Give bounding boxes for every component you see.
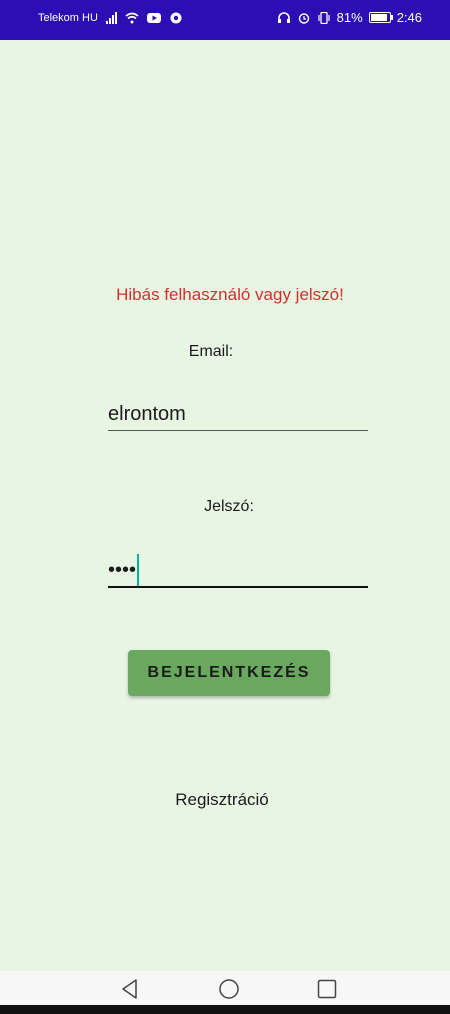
bottom-strip <box>0 1005 450 1014</box>
app-icon <box>170 12 182 24</box>
email-label: Email: <box>188 343 234 360</box>
alarm-icon <box>298 12 309 24</box>
login-button[interactable]: BEJELENTKEZÉS <box>128 650 330 696</box>
wifi-icon <box>125 12 139 24</box>
register-link[interactable]: Regisztráció <box>0 790 450 810</box>
headphones-icon <box>277 11 290 23</box>
error-message: Hibás felhasználó vagy jelszó! <box>116 285 344 304</box>
email-value: elrontom <box>108 402 186 425</box>
navigation-bar <box>0 971 450 1005</box>
clock: 2:46 <box>396 10 422 25</box>
youtube-icon <box>146 13 161 23</box>
password-label: Jelszó: <box>204 498 254 515</box>
battery-icon <box>368 12 393 23</box>
recent-apps-icon[interactable] <box>315 977 339 1001</box>
status-bar: Telekom HU 81% 2:46 <box>0 0 450 40</box>
email-field[interactable]: elrontom <box>108 396 368 431</box>
signal-icon <box>105 12 117 24</box>
text-cursor <box>137 553 140 586</box>
carrier-name: Telekom HU <box>38 12 98 24</box>
vibrate-icon <box>318 11 330 24</box>
status-right: 81% 2:46 <box>277 10 422 25</box>
home-icon[interactable] <box>217 977 241 1001</box>
battery-percentage: 81% <box>336 10 363 25</box>
login-screen: Hibás felhasználó vagy jelszó! Email: el… <box>0 40 450 971</box>
password-value: •••• <box>108 558 137 581</box>
status-left: Telekom HU <box>38 12 183 24</box>
back-icon[interactable] <box>118 977 142 1001</box>
password-field[interactable]: •••• <box>108 552 368 588</box>
